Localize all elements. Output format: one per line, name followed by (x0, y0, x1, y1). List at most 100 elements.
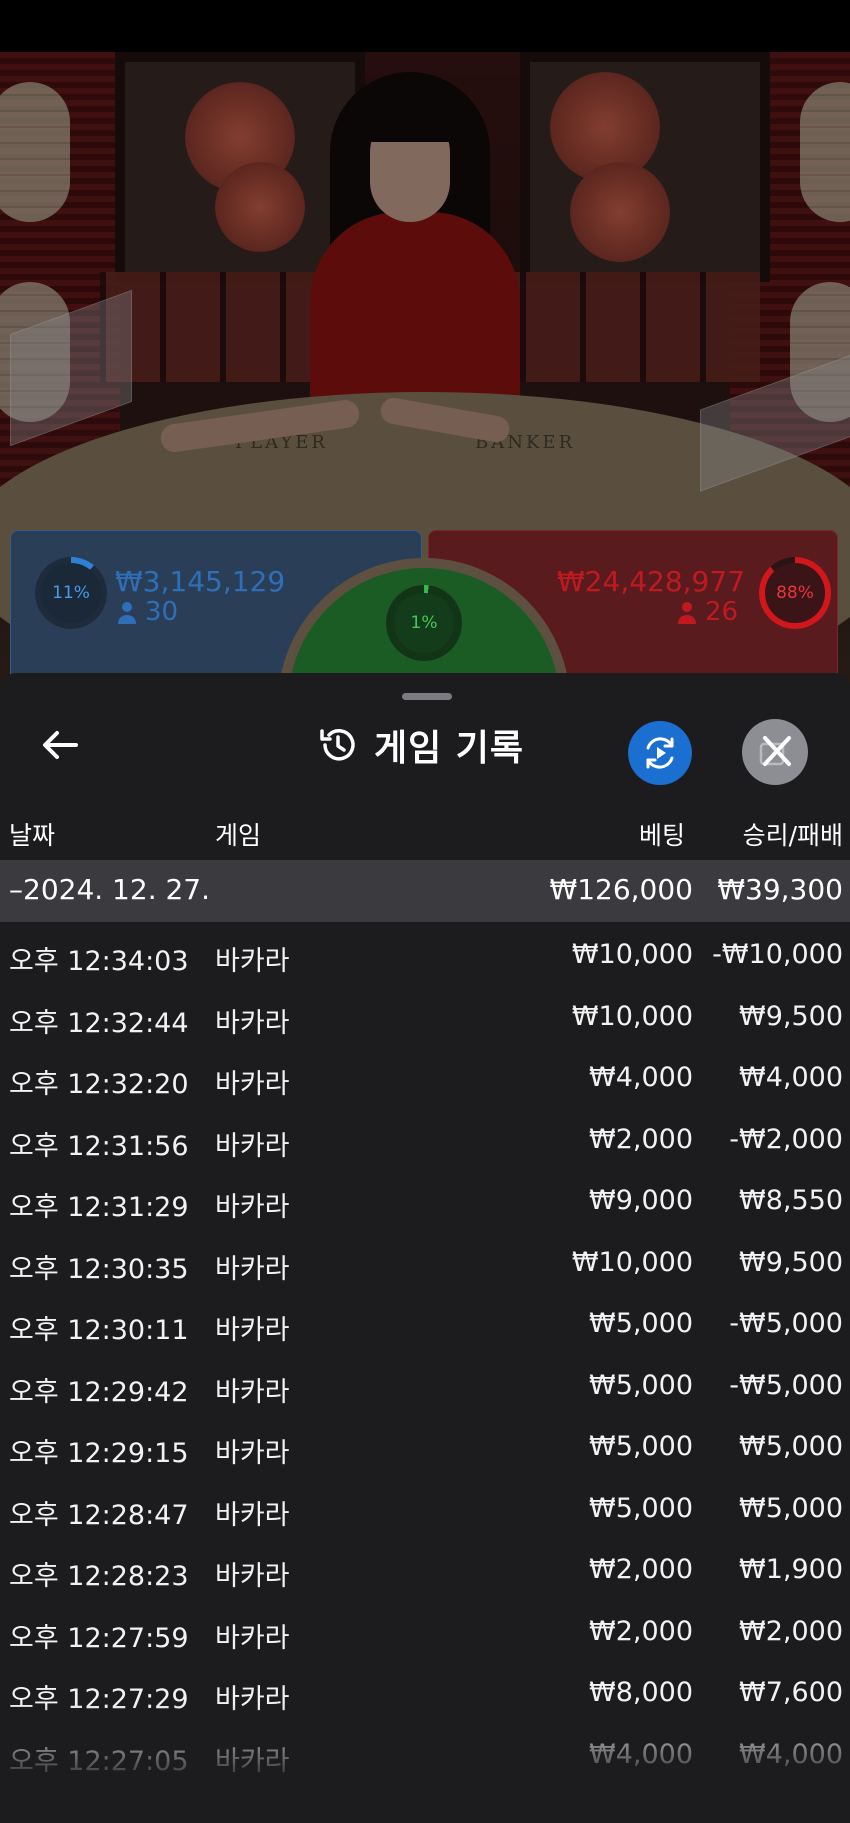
row-bet: ₩9,000 (589, 1185, 693, 1216)
banker-percent: 88% (765, 563, 825, 623)
banker-percent-ring: 88% (759, 557, 831, 629)
table-row[interactable]: 오후 12:28:47 바카라 ₩5,000 ₩5,000 (0, 1477, 850, 1539)
row-time: 오후 12:29:42 (9, 1376, 189, 1408)
table-row[interactable]: 오후 12:32:44 바카라 ₩10,000 ₩9,500 (0, 985, 850, 1047)
row-time: 오후 12:32:20 (9, 1069, 189, 1100)
table-row[interactable]: 오후 12:29:15 바카라 ₩5,000 ₩5,000 (0, 1415, 850, 1477)
table-row[interactable]: 오후 12:30:35 바카라 ₩10,000 ₩9,500 (0, 1231, 850, 1293)
row-result: ₩8,550 (739, 1185, 843, 1216)
table-row[interactable]: 오후 12:31:29 바카라 ₩9,000 ₩8,550 (0, 1169, 850, 1231)
row-result: -₩2,000 (729, 1123, 843, 1155)
day-group-row[interactable]: –2024. 12. 27. ₩126,000 ₩39,300 (0, 860, 850, 922)
column-header-game: 게임 (215, 821, 262, 850)
row-game: 바카라 (215, 1069, 290, 1100)
table-header: 날짜 게임 베팅 승리/패배 (0, 806, 850, 858)
tie-percent: 1% (394, 593, 454, 653)
row-time: 오후 12:27:29 (9, 1684, 189, 1715)
banker-count: 26 (705, 597, 739, 627)
row-time: 오후 12:30:35 (9, 1253, 189, 1285)
row-result: ₩7,600 (739, 1677, 843, 1708)
row-time: 오후 12:29:15 (9, 1438, 189, 1469)
sheet-drag-handle[interactable] (402, 693, 452, 700)
row-result: -₩10,000 (712, 939, 843, 970)
column-header-bet: 베팅 (638, 821, 685, 850)
row-game: 바카라 (215, 946, 290, 977)
row-time: 오후 12:31:56 (9, 1130, 189, 1162)
player-bet-amount: ₩3,145,129 (115, 565, 286, 598)
row-game: 바카라 (215, 1130, 290, 1162)
row-game: 바카라 (215, 1192, 290, 1223)
row-game: 바카라 (215, 1253, 290, 1285)
row-bet: ₩8,000 (589, 1677, 693, 1708)
row-result: ₩4,000 (739, 1062, 843, 1093)
row-result: ₩9,500 (739, 1000, 843, 1032)
row-game: 바카라 (215, 1684, 290, 1715)
table-row[interactable]: 오후 12:27:05 바카라 ₩4,000 ₩4,000 (0, 1723, 850, 1785)
row-time: 오후 12:32:44 (9, 1007, 189, 1039)
row-time: 오후 12:31:29 (9, 1192, 189, 1223)
table-row[interactable]: 오후 12:31:56 바카라 ₩2,000 -₩2,000 (0, 1108, 850, 1170)
table-row[interactable]: 오후 12:28:23 바카라 ₩2,000 ₩1,900 (0, 1538, 850, 1600)
history-clock-icon (320, 729, 355, 761)
row-result: -₩5,000 (729, 1308, 843, 1339)
row-bet: ₩5,000 (589, 1308, 693, 1339)
table-row[interactable]: 오후 12:29:42 바카라 ₩5,000 -₩5,000 (0, 1354, 850, 1416)
row-time: 오후 12:27:59 (9, 1622, 189, 1654)
row-result: ₩9,500 (739, 1246, 843, 1278)
status-bar (0, 0, 850, 52)
table-row[interactable]: 오후 12:27:29 바카라 ₩8,000 ₩7,600 (0, 1661, 850, 1723)
banker-bet-amount: ₩24,428,977 (557, 565, 746, 598)
row-bet: ₩10,000 (571, 1000, 693, 1032)
history-list: 오후 12:34:03 바카라 ₩10,000 -₩10,000 오후 12:32:4… (0, 923, 850, 1784)
person-icon (677, 601, 697, 629)
row-result: ₩1,900 (739, 1554, 843, 1585)
row-result: ₩4,000 (739, 1738, 843, 1770)
row-time: 오후 12:27:05 (9, 1745, 189, 1777)
day-bet-total: ₩126,000 (549, 873, 693, 906)
row-bet: ₩2,000 (589, 1554, 693, 1585)
row-bet: ₩4,000 (589, 1062, 693, 1093)
row-result: ₩5,000 (739, 1492, 843, 1524)
row-time: 오후 12:28:23 (9, 1561, 189, 1592)
row-time: 오후 12:34:03 (9, 946, 189, 977)
table-row[interactable]: 오후 12:32:20 바카라 ₩4,000 ₩4,000 (0, 1046, 850, 1108)
player-percent-ring: 11% (35, 557, 107, 629)
row-bet: ₩2,000 (589, 1615, 693, 1647)
table-row[interactable]: 오후 12:30:11 바카라 ₩5,000 -₩5,000 (0, 1292, 850, 1354)
row-bet: ₩10,000 (571, 1246, 693, 1278)
day-label: –2024. 12. 27. (9, 873, 211, 906)
row-bet: ₩5,000 (589, 1369, 693, 1401)
close-icon (759, 736, 791, 766)
sheet-header: 게임 기록 (318, 715, 524, 775)
replay-play-icon (646, 737, 674, 769)
row-game: 바카라 (215, 1438, 290, 1469)
row-time: 오후 12:28:47 (9, 1499, 189, 1531)
row-bet: ₩5,000 (589, 1431, 693, 1462)
column-header-date: 날짜 (9, 821, 56, 850)
day-result-total: ₩39,300 (717, 873, 843, 906)
row-game: 바카라 (215, 1376, 290, 1408)
person-icon (117, 601, 137, 629)
row-time: 오후 12:30:11 (9, 1315, 189, 1346)
table-row[interactable]: 오후 12:27:59 바카라 ₩2,000 ₩2,000 (0, 1600, 850, 1662)
row-result: ₩5,000 (739, 1431, 843, 1462)
row-bet: ₩4,000 (589, 1738, 693, 1770)
row-game: 바카라 (215, 1745, 290, 1777)
row-game: 바카라 (215, 1315, 290, 1346)
column-header-result: 승리/패배 (742, 821, 843, 850)
row-game: 바카라 (215, 1007, 290, 1039)
row-bet: ₩2,000 (589, 1123, 693, 1155)
replay-button[interactable] (628, 721, 692, 785)
close-button[interactable] (742, 719, 808, 785)
row-bet: ₩10,000 (571, 939, 693, 970)
arrow-left-icon (43, 731, 78, 759)
row-result: ₩2,000 (739, 1615, 843, 1647)
tie-percent-ring: 1% (386, 585, 462, 661)
row-bet: ₩5,000 (589, 1492, 693, 1524)
table-row[interactable]: 오후 12:34:03 바카라 ₩10,000 -₩10,000 (0, 923, 850, 985)
back-button[interactable] (32, 717, 88, 773)
row-game: 바카라 (215, 1499, 290, 1531)
row-game: 바카라 (215, 1561, 290, 1592)
page-title: 게임 기록 (374, 728, 525, 769)
player-percent: 11% (41, 563, 101, 623)
